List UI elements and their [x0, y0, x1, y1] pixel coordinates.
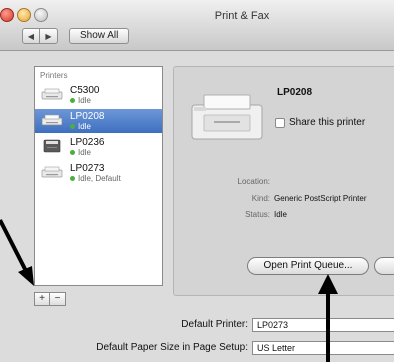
printer-icon — [41, 166, 63, 178]
printer-icon — [41, 114, 63, 126]
kind-label: Kind: — [251, 194, 270, 203]
nav-segmented-control: ◀ ▶ — [22, 28, 58, 44]
printer-name: LP0236 — [70, 137, 105, 148]
printer-list[interactable]: Printers C5300 Idle LP0208 Idle LP0236 I… — [34, 66, 163, 286]
share-printer-checkbox[interactable] — [275, 117, 285, 128]
status-dot-icon — [70, 124, 75, 129]
printer-status: Idle, Default — [70, 174, 121, 183]
status-dot-icon — [70, 98, 75, 103]
back-arrow-icon: ◀ — [27, 32, 35, 41]
paper-size-select[interactable]: US Letter — [252, 341, 394, 355]
printer-icon — [41, 88, 63, 100]
location-label: Location: — [237, 177, 270, 186]
share-printer-label: Share this printer — [289, 117, 366, 128]
default-printer-select[interactable]: LP0273 — [252, 318, 394, 332]
forward-arrow-icon: ▶ — [45, 32, 52, 41]
paper-size-label: Default Paper Size in Page Setup: — [96, 342, 248, 353]
printer-status: Idle — [70, 96, 91, 105]
status-dot-icon — [70, 176, 75, 181]
printer-name: LP0208 — [70, 111, 105, 122]
printer-name: LP0273 — [70, 163, 105, 174]
printers-header: Printers — [40, 71, 68, 80]
kind-value: Generic PostScript Printer — [274, 194, 367, 203]
printer-status: Idle — [70, 148, 91, 157]
back-button[interactable]: ◀ — [22, 28, 40, 44]
printer-row-lp0273[interactable]: LP0273 Idle, Default — [35, 161, 162, 185]
window-title: Print & Fax — [214, 10, 270, 22]
status-label: Status: — [245, 210, 270, 219]
printer-row-lp0236[interactable]: LP0236 Idle — [35, 135, 162, 159]
printer-detail-panel: LP0208 Share this printer Location: Kind… — [173, 66, 394, 296]
printer-row-lp0208[interactable]: LP0208 Idle — [35, 109, 162, 133]
printer-status: Idle — [70, 122, 91, 131]
show-all-button[interactable]: Show All — [69, 28, 130, 44]
forward-button[interactable]: ▶ — [40, 28, 58, 44]
remove-printer-button[interactable]: − — [50, 292, 66, 306]
open-print-queue-button[interactable]: Open Print Queue... — [247, 257, 369, 275]
printer-name: C5300 — [70, 85, 100, 96]
selected-printer-name: LP0208 — [277, 87, 313, 98]
share-printer-control[interactable]: Share this printer — [275, 117, 365, 128]
default-printer-label: Default Printer: — [181, 319, 248, 330]
status-dot-icon — [70, 150, 75, 155]
title-bar: Print & Fax ◀ ▶ Show All — [0, 0, 394, 51]
print-fax-window: Print & Fax ◀ ▶ Show All Printers C5300 … — [0, 0, 394, 362]
options-supplies-button[interactable] — [374, 257, 394, 275]
add-printer-button[interactable]: + — [34, 292, 50, 306]
tower-printer-icon — [43, 139, 61, 153]
printer-icon — [191, 94, 263, 140]
add-remove-controls: + − — [34, 292, 66, 306]
status-value: Idle — [274, 210, 287, 219]
printer-row-c5300[interactable]: C5300 Idle — [35, 83, 162, 107]
